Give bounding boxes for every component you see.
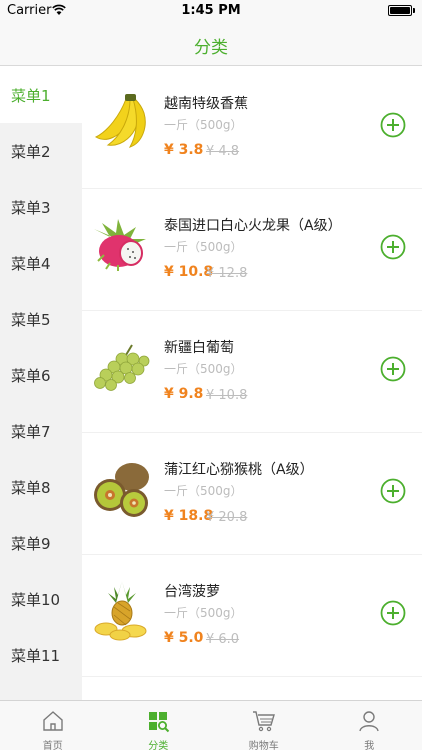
home-icon (43, 711, 63, 731)
add-to-cart-icon[interactable] (380, 112, 406, 138)
product-price: ¥ 9.8 (164, 386, 204, 402)
sidebar-item-menu9[interactable]: 菜单9 (0, 515, 82, 571)
product-spec: 一斤（500g） (164, 240, 243, 254)
tab-label: 购物车 (248, 741, 279, 750)
tab-home[interactable]: 首页 (0, 701, 106, 750)
battery-tip (413, 8, 415, 13)
pineapple-image (94, 581, 147, 641)
product-item[interactable]: 蒲江红心猕猴桃（A级） 一斤（500g） ¥ 18.8 ¥ 20.8 (82, 433, 422, 555)
product-name: 新疆白葡萄 (164, 340, 234, 356)
tab-label: 我 (364, 741, 375, 750)
tab-cart[interactable]: 购物车 (211, 701, 317, 750)
product-item[interactable]: 台湾菠萝 一斤（500g） ¥ 5.0 ¥ 6.0 (82, 555, 422, 677)
sidebar-item-menu6[interactable]: 菜单6 (0, 347, 82, 403)
page-title: 分类 (194, 38, 228, 58)
sidebar-item-menu8[interactable]: 菜单8 (0, 459, 82, 515)
cart-icon (252, 711, 275, 732)
tab-bar: 首页 分类 购物车 我 (0, 700, 422, 750)
product-item[interactable]: 越南特级香蕉 一斤（500g） ¥ 3.8 ¥ 4.8 (82, 67, 422, 189)
sidebar-item-menu5[interactable]: 菜单5 (0, 291, 82, 347)
product-price: ¥ 5.0 (164, 630, 204, 646)
sidebar-item-menu3[interactable]: 菜单3 (0, 179, 82, 235)
tab-label: 首页 (42, 741, 63, 750)
navigation-bar: 分类 (0, 22, 422, 66)
tab-label: 分类 (148, 741, 169, 750)
banana-image (94, 94, 146, 148)
product-original-price: ¥ 10.8 (206, 388, 248, 403)
product-original-price: ¥ 12.8 (206, 266, 248, 281)
category-sidebar[interactable]: 菜单1 菜单2 菜单3 菜单4 菜单5 菜单6 菜单7 菜单8 菜单9 菜单10… (0, 67, 82, 700)
product-name: 蒲江红心猕猴桃（A级） (164, 462, 314, 478)
sidebar-item-menu2[interactable]: 菜单2 (0, 123, 82, 179)
product-original-price: ¥ 20.8 (206, 510, 248, 525)
product-spec: 一斤（500g） (164, 118, 243, 132)
battery-icon (388, 5, 412, 16)
category-icon (149, 712, 170, 733)
sidebar-item-menu4[interactable]: 菜单4 (0, 235, 82, 291)
add-to-cart-icon[interactable] (380, 600, 406, 626)
product-name: 越南特级香蕉 (164, 96, 248, 112)
product-name: 泰国进口白心火龙果（A级） (164, 218, 342, 234)
product-spec: 一斤（500g） (164, 362, 243, 376)
status-bar: Carrier 1:45 PM (0, 0, 422, 22)
sidebar-item-menu10[interactable]: 菜单10 (0, 571, 82, 627)
product-item[interactable]: 泰国进口白心火龙果（A级） 一斤（500g） ¥ 10.8 ¥ 12.8 (82, 189, 422, 311)
product-list[interactable]: 越南特级香蕉 一斤（500g） ¥ 3.8 ¥ 4.8 泰国进口白心火龙果（A级… (82, 67, 422, 700)
product-name: 台湾菠萝 (164, 584, 220, 600)
sidebar-item-menu11[interactable]: 菜单11 (0, 627, 82, 683)
product-item[interactable]: 新疆白葡萄 一斤（500g） ¥ 9.8 ¥ 10.8 (82, 311, 422, 433)
product-spec: 一斤（500g） (164, 484, 243, 498)
dragon-fruit-image (94, 219, 146, 271)
sidebar-item-menu1[interactable]: 菜单1 (0, 67, 82, 123)
sidebar-item-menu7[interactable]: 菜单7 (0, 403, 82, 459)
add-to-cart-icon[interactable] (380, 234, 406, 260)
kiwi-image (94, 463, 149, 517)
product-price: ¥ 3.8 (164, 142, 204, 158)
add-to-cart-icon[interactable] (380, 478, 406, 504)
product-spec: 一斤（500g） (164, 606, 243, 620)
product-original-price: ¥ 4.8 (206, 144, 240, 159)
grapes-image (94, 344, 150, 391)
add-to-cart-icon[interactable] (380, 356, 406, 382)
tab-category[interactable]: 分类 (106, 701, 212, 750)
tab-me[interactable]: 我 (317, 701, 422, 750)
user-icon (359, 711, 379, 732)
product-original-price: ¥ 6.0 (206, 632, 240, 647)
status-time: 1:45 PM (181, 3, 241, 18)
